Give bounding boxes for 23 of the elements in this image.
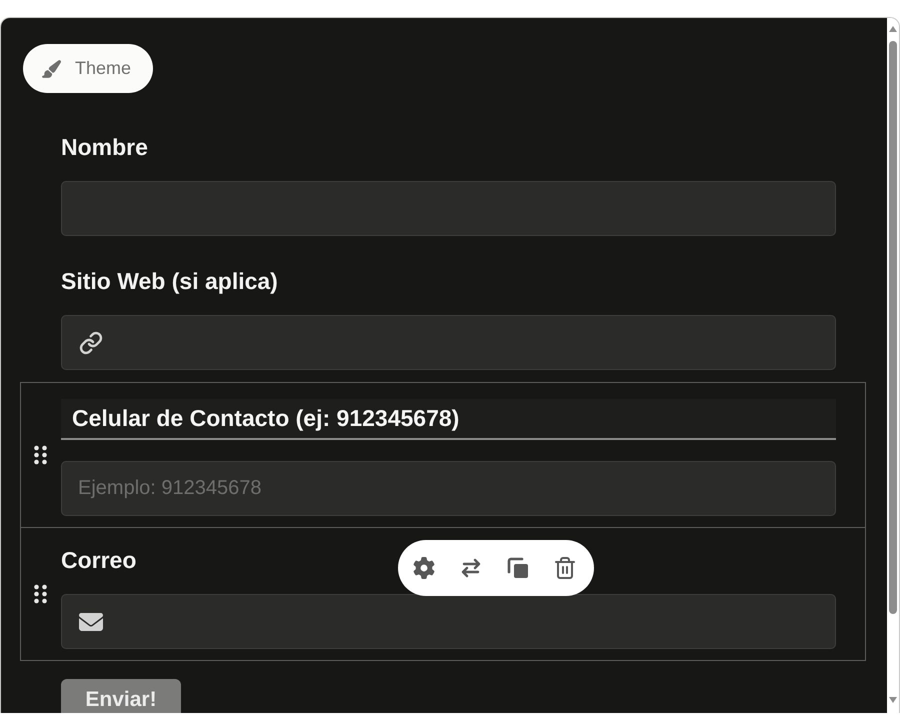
label-edit-field[interactable]: Celular de Contacto (ej: 912345678): [61, 399, 836, 440]
submit-button[interactable]: Enviar!: [61, 679, 181, 713]
scroll-down-icon[interactable]: [889, 697, 897, 703]
paintbrush-icon: [41, 58, 61, 78]
swap-arrows-icon: [459, 556, 483, 580]
field-label: Correo: [61, 547, 136, 574]
copy-icon: [507, 557, 529, 579]
trash-icon: [553, 556, 577, 580]
input-field[interactable]: [61, 315, 836, 370]
settings-icon: [413, 557, 435, 579]
input-field[interactable]: [61, 181, 836, 236]
field-outline[interactable]: Correo: [20, 527, 866, 661]
field-label: Sitio Web (si aplica): [61, 268, 278, 295]
drag-handle-icon[interactable]: [34, 584, 47, 604]
drag-handle-icon[interactable]: [34, 445, 47, 465]
theme-button[interactable]: Theme: [23, 44, 153, 93]
field-label: Nombre: [61, 134, 148, 161]
link-icon: [79, 330, 103, 354]
input-field[interactable]: Ejemplo: 912345678: [61, 461, 836, 516]
scroll-up-icon[interactable]: [889, 26, 897, 32]
scrollbar-thumb[interactable]: [889, 41, 897, 614]
input-field[interactable]: [61, 594, 836, 649]
field-outline[interactable]: Celular de Contacto (ej: 912345678) Ejemplo: 912345678: [20, 382, 866, 528]
